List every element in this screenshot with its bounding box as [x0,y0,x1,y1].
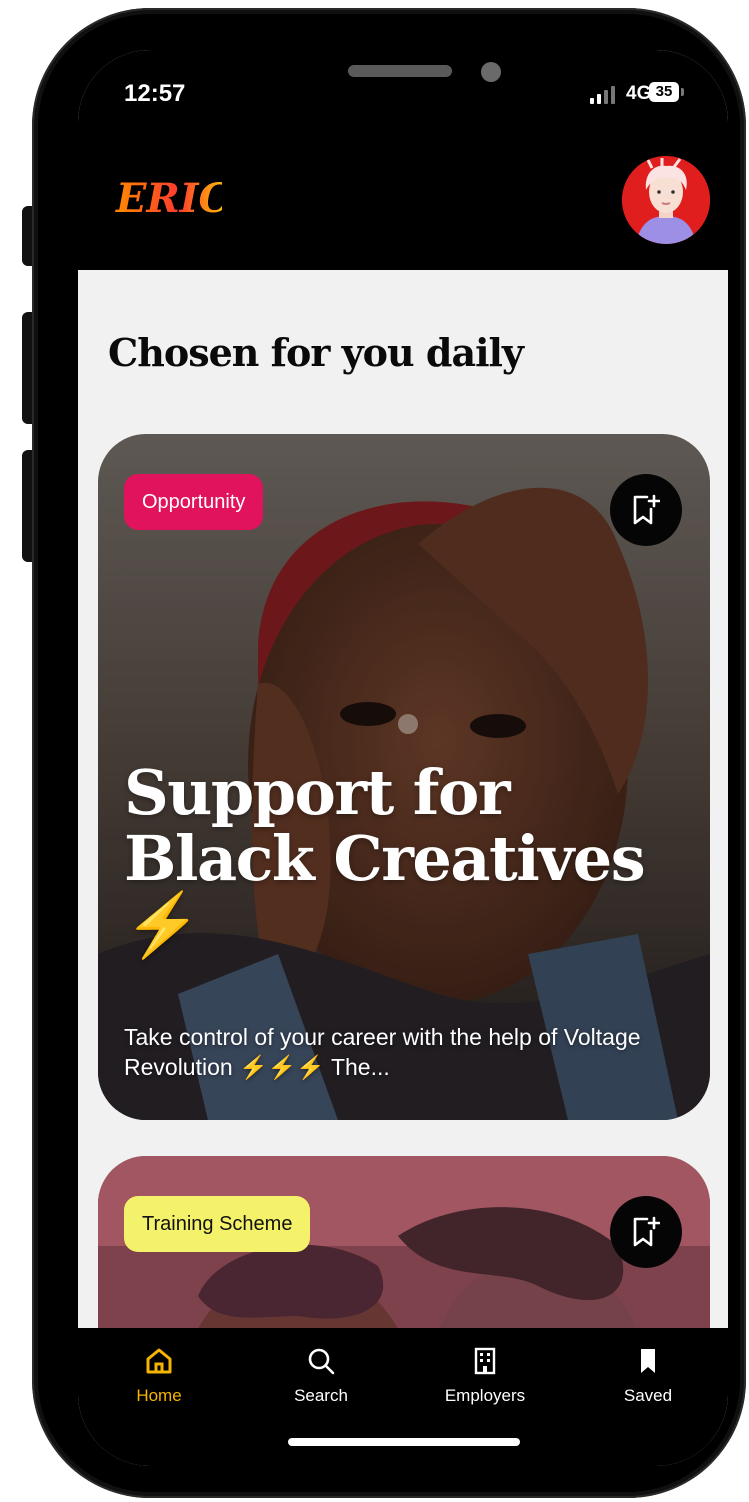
avatar-illustration [622,156,710,244]
tab-search[interactable]: Search [251,1346,391,1406]
battery-level: 35 [655,83,673,100]
tab-label: Saved [623,1386,673,1405]
status-time: 12:57 [124,80,186,107]
app-screen: 12:57 4G 35 ERIC Chosen for you daily Op… [78,50,728,1466]
card-title: Support for Black Creatives ⚡ [124,756,646,961]
bookmark-icon [641,1349,655,1373]
training-scheme-tag: Training Scheme [124,1196,311,1252]
building-icon [474,1347,496,1375]
battery-icon: 35 [649,82,679,102]
tab-home[interactable]: Home [89,1346,229,1406]
opportunity-tag: Opportunity [124,474,264,530]
home-icon [146,1348,172,1374]
signal-icon [590,86,615,104]
eric-logo[interactable]: ERIC [112,172,230,225]
profile-avatar[interactable] [622,156,710,244]
home-indicator[interactable] [288,1438,520,1446]
tab-employers[interactable]: Employers [415,1346,555,1406]
card-description: Take control of your career with the hel… [124,1024,641,1080]
tab-saved[interactable]: Saved [578,1346,718,1406]
speaker-grille [348,65,452,77]
front-camera [481,62,501,82]
battery-tip [681,88,684,96]
opportunity-card[interactable]: Opportunity Support for Black Creatives … [98,434,710,1120]
tab-label: Home [136,1386,182,1405]
save-button[interactable] [610,474,682,546]
bookmark-add-icon [633,494,660,525]
search-icon [308,1348,335,1375]
save-button[interactable] [610,1196,682,1268]
section-title: Chosen for you daily [108,330,524,375]
bookmark-add-icon [633,1216,660,1247]
tab-label: Search [294,1386,348,1405]
tab-label: Employers [444,1386,526,1405]
logo-graphic: ERIC [115,175,230,222]
status-bar: 12:57 4G 35 [78,50,728,150]
network-type: 4G [626,83,652,104]
logo-text: ERIC [115,175,222,220]
